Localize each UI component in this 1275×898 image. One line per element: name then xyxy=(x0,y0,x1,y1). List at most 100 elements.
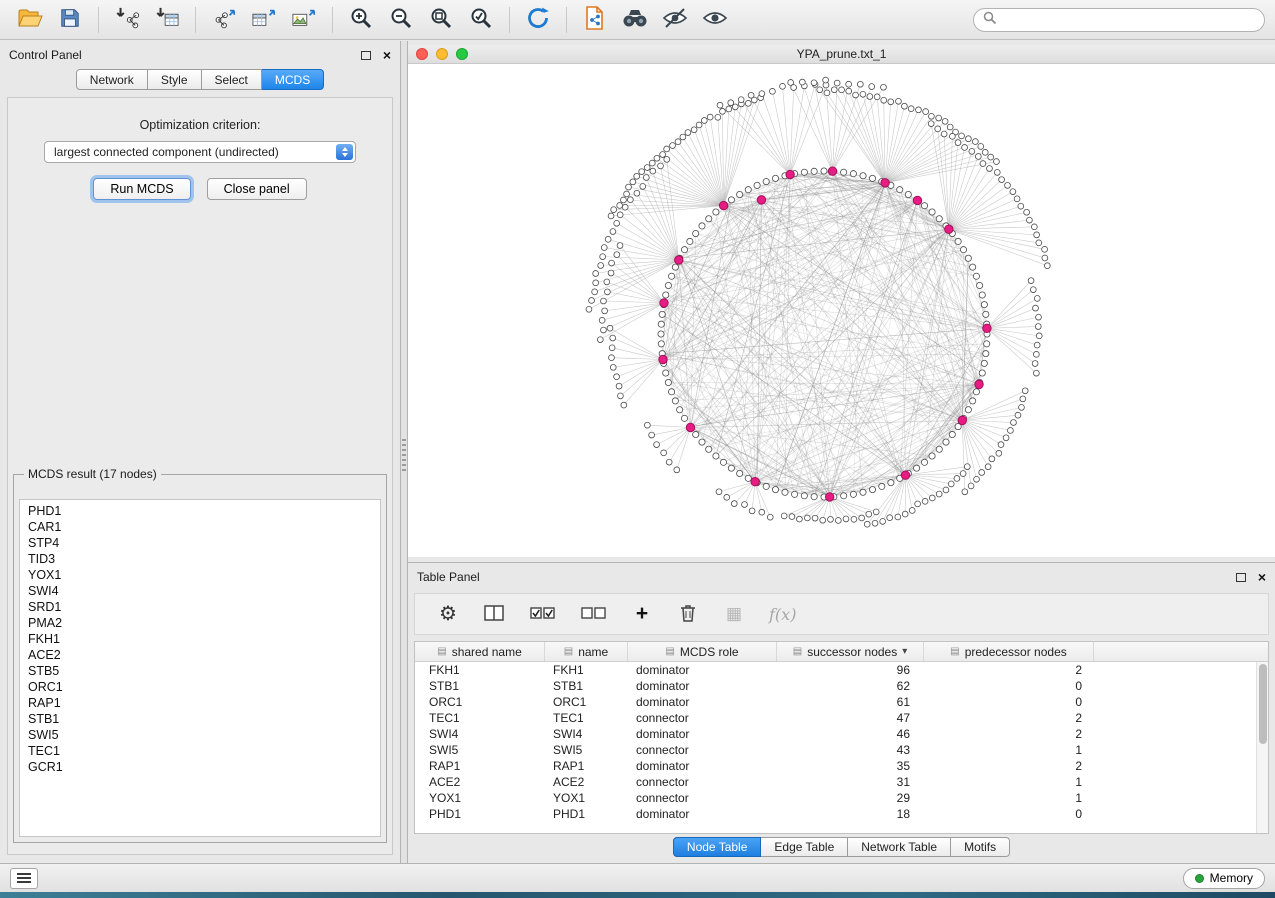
scrollbar-thumb[interactable] xyxy=(1259,664,1267,744)
close-panel-button[interactable]: Close panel xyxy=(207,178,307,200)
close-panel-icon[interactable]: × xyxy=(1258,572,1266,582)
float-panel-icon[interactable] xyxy=(1236,573,1246,582)
list-item[interactable]: TEC1 xyxy=(20,743,380,759)
table-row[interactable]: ACE2ACE2connector311 xyxy=(415,774,1268,790)
tab-motifs[interactable]: Motifs xyxy=(951,837,1010,857)
list-item[interactable]: SWI5 xyxy=(20,727,380,743)
toolbar-separator xyxy=(195,7,196,33)
search-input[interactable] xyxy=(1003,13,1255,27)
table-row[interactable]: TEC1TEC1connector472 xyxy=(415,710,1268,726)
panel-menu-button[interactable] xyxy=(10,868,38,889)
show-hide-button[interactable] xyxy=(695,4,735,36)
close-panel-icon[interactable]: × xyxy=(383,50,391,60)
memory-button[interactable]: Memory xyxy=(1183,868,1265,889)
save-icon xyxy=(59,7,81,32)
network-canvas[interactable] xyxy=(408,64,1274,556)
vertical-splitter[interactable] xyxy=(401,41,408,863)
list-item[interactable]: RAP1 xyxy=(20,695,380,711)
save-button[interactable] xyxy=(50,4,90,36)
share-document-button[interactable] xyxy=(575,4,615,36)
window-minimize-icon[interactable] xyxy=(436,48,448,60)
float-panel-icon[interactable] xyxy=(361,51,371,60)
export-image-button[interactable] xyxy=(284,4,324,36)
tab-network-table[interactable]: Network Table xyxy=(848,837,951,857)
list-item[interactable]: YOX1 xyxy=(20,567,380,583)
tab-select[interactable]: Select xyxy=(202,69,262,90)
table-row[interactable]: ORC1ORC1dominator610 xyxy=(415,694,1268,710)
tab-node-table[interactable]: Node Table xyxy=(673,837,762,857)
search-box xyxy=(973,8,1265,32)
tab-edge-table[interactable]: Edge Table xyxy=(761,837,848,857)
function-icon: f(x) xyxy=(769,605,796,624)
mcds-result-list[interactable]: PHD1CAR1STP4TID3YOX1SWI4SRD1PMA2FKH1ACE2… xyxy=(19,499,381,837)
column-header[interactable]: ▤predecessor nodes xyxy=(924,642,1094,661)
table-row[interactable]: STB1STB1dominator620 xyxy=(415,678,1268,694)
create-column-button[interactable]: + xyxy=(631,601,653,627)
list-item[interactable]: TID3 xyxy=(20,551,380,567)
table-row[interactable]: YOX1YOX1connector291 xyxy=(415,790,1268,806)
export-network-button[interactable] xyxy=(204,4,244,36)
open-file-button[interactable] xyxy=(10,4,50,36)
export-table-button[interactable] xyxy=(244,4,284,36)
criterion-selected-value: largest connected component (undirected) xyxy=(54,145,279,159)
table-row[interactable]: FKH1FKH1dominator962 xyxy=(415,662,1268,678)
network-window-title: YPA_prune.txt_1 xyxy=(408,47,1275,61)
criterion-select[interactable]: largest connected component (undirected) xyxy=(44,141,356,163)
import-table-button[interactable] xyxy=(147,4,187,36)
export-image-icon xyxy=(290,6,318,33)
mcds-result-title: MCDS result (17 nodes) xyxy=(24,467,161,481)
tab-network[interactable]: Network xyxy=(76,69,148,90)
export-network-icon xyxy=(210,6,238,33)
export-table-icon xyxy=(250,6,278,33)
tab-mcds[interactable]: MCDS xyxy=(262,69,324,90)
zoom-selected-button[interactable] xyxy=(461,4,501,36)
show-columns-button[interactable] xyxy=(483,601,505,627)
splitter-grip-icon xyxy=(402,439,406,473)
zoom-fit-icon xyxy=(429,6,453,33)
list-item[interactable]: FKH1 xyxy=(20,631,380,647)
list-item[interactable]: STB5 xyxy=(20,663,380,679)
column-header[interactable]: ▤MCDS role xyxy=(628,642,777,661)
list-item[interactable]: SWI4 xyxy=(20,583,380,599)
optimization-criterion-label: Optimization criterion: xyxy=(8,118,392,132)
list-item[interactable]: GCR1 xyxy=(20,759,380,775)
list-item[interactable]: STP4 xyxy=(20,535,380,551)
select-all-button[interactable] xyxy=(529,601,556,627)
apply-layout-button[interactable] xyxy=(518,4,558,36)
delete-columns-button[interactable] xyxy=(677,601,699,627)
zoom-in-button[interactable] xyxy=(341,4,381,36)
list-item[interactable]: STB1 xyxy=(20,711,380,727)
table-scrollbar[interactable] xyxy=(1256,662,1268,833)
window-maximize-icon[interactable] xyxy=(456,48,468,60)
column-header[interactable]: ▤shared name xyxy=(415,642,545,661)
refresh-icon xyxy=(525,5,551,34)
find-button[interactable] xyxy=(615,4,655,36)
zoom-out-button[interactable] xyxy=(381,4,421,36)
network-window-titlebar[interactable]: YPA_prune.txt_1 xyxy=(408,45,1275,64)
tab-style[interactable]: Style xyxy=(148,69,202,90)
list-item[interactable]: ACE2 xyxy=(20,647,380,663)
node-table-body: FKH1FKH1dominator962STB1STB1dominator620… xyxy=(415,662,1268,822)
table-panel-header: Table Panel × xyxy=(408,563,1275,591)
list-item[interactable]: PMA2 xyxy=(20,615,380,631)
memory-label: Memory xyxy=(1210,871,1253,885)
deselect-all-button[interactable] xyxy=(580,601,607,627)
table-row[interactable]: SWI5SWI5connector431 xyxy=(415,742,1268,758)
sort-icon: ▤ xyxy=(437,646,446,657)
list-item[interactable]: SRD1 xyxy=(20,599,380,615)
list-item[interactable]: ORC1 xyxy=(20,679,380,695)
graphics-details-button[interactable] xyxy=(655,4,695,36)
hamburger-icon xyxy=(17,873,31,875)
import-network-button[interactable] xyxy=(107,4,147,36)
table-row[interactable]: RAP1RAP1dominator352 xyxy=(415,758,1268,774)
table-row[interactable]: SWI4SWI4dominator462 xyxy=(415,726,1268,742)
list-item[interactable]: CAR1 xyxy=(20,519,380,535)
list-item[interactable]: PHD1 xyxy=(20,503,380,519)
table-row[interactable]: PHD1PHD1dominator180 xyxy=(415,806,1268,822)
table-mode-button[interactable]: ⚙ xyxy=(437,601,459,627)
zoom-fit-button[interactable] xyxy=(421,4,461,36)
run-mcds-button[interactable]: Run MCDS xyxy=(93,178,190,200)
window-close-icon[interactable] xyxy=(416,48,428,60)
column-header[interactable]: ▤successor nodes▾ xyxy=(777,642,924,661)
column-header[interactable]: ▤name xyxy=(545,642,628,661)
